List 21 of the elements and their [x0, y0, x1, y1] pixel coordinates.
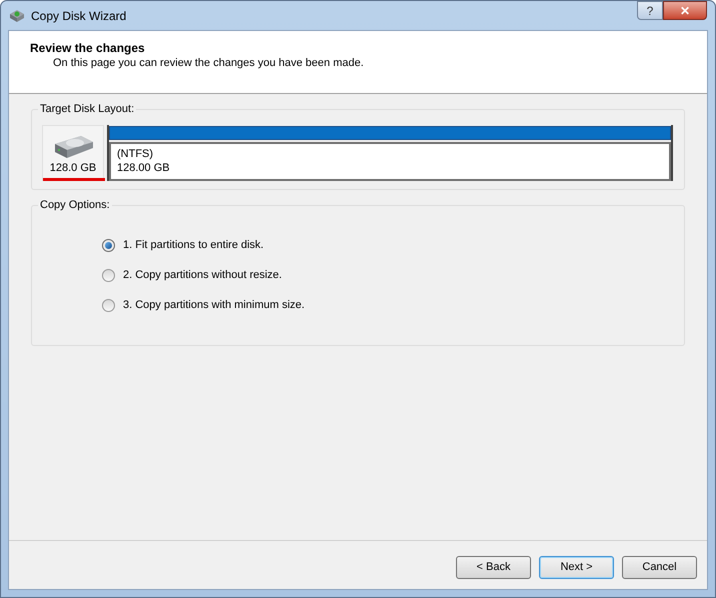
disk-underline — [43, 178, 105, 181]
page-title: Review the changes — [30, 41, 146, 56]
dialog-button[interactable]: < Back — [456, 556, 531, 579]
group-label: Copy Options: — [38, 198, 112, 212]
partition-file-system: (NTFS) — [117, 147, 154, 161]
option-label: 3. Copy partitions with minimum size. — [123, 298, 305, 312]
partition-size: 128.00 GB — [117, 161, 171, 175]
option-label: 1. Fit partitions to entire disk. — [123, 238, 264, 252]
help-button[interactable]: ? — [637, 1, 663, 20]
option-label: 2. Copy partitions without resize. — [123, 268, 282, 282]
group-label: Target Disk Layout: — [38, 102, 136, 116]
disk-tile[interactable]: 128.0 GB — [42, 125, 104, 181]
radio-button[interactable] — [102, 238, 115, 252]
window-title: Copy Disk Wizard — [31, 8, 126, 24]
radio-button[interactable] — [102, 298, 115, 312]
disk-copy-icon — [9, 8, 25, 24]
disk-size: 128.0 GB — [50, 162, 96, 175]
dialog-button[interactable]: Next > — [539, 556, 614, 579]
radio-button[interactable] — [102, 268, 115, 282]
dialog-button[interactable]: Cancel — [622, 556, 697, 579]
page-subtitle: On this page you can review the changes you have been made. — [52, 56, 365, 71]
